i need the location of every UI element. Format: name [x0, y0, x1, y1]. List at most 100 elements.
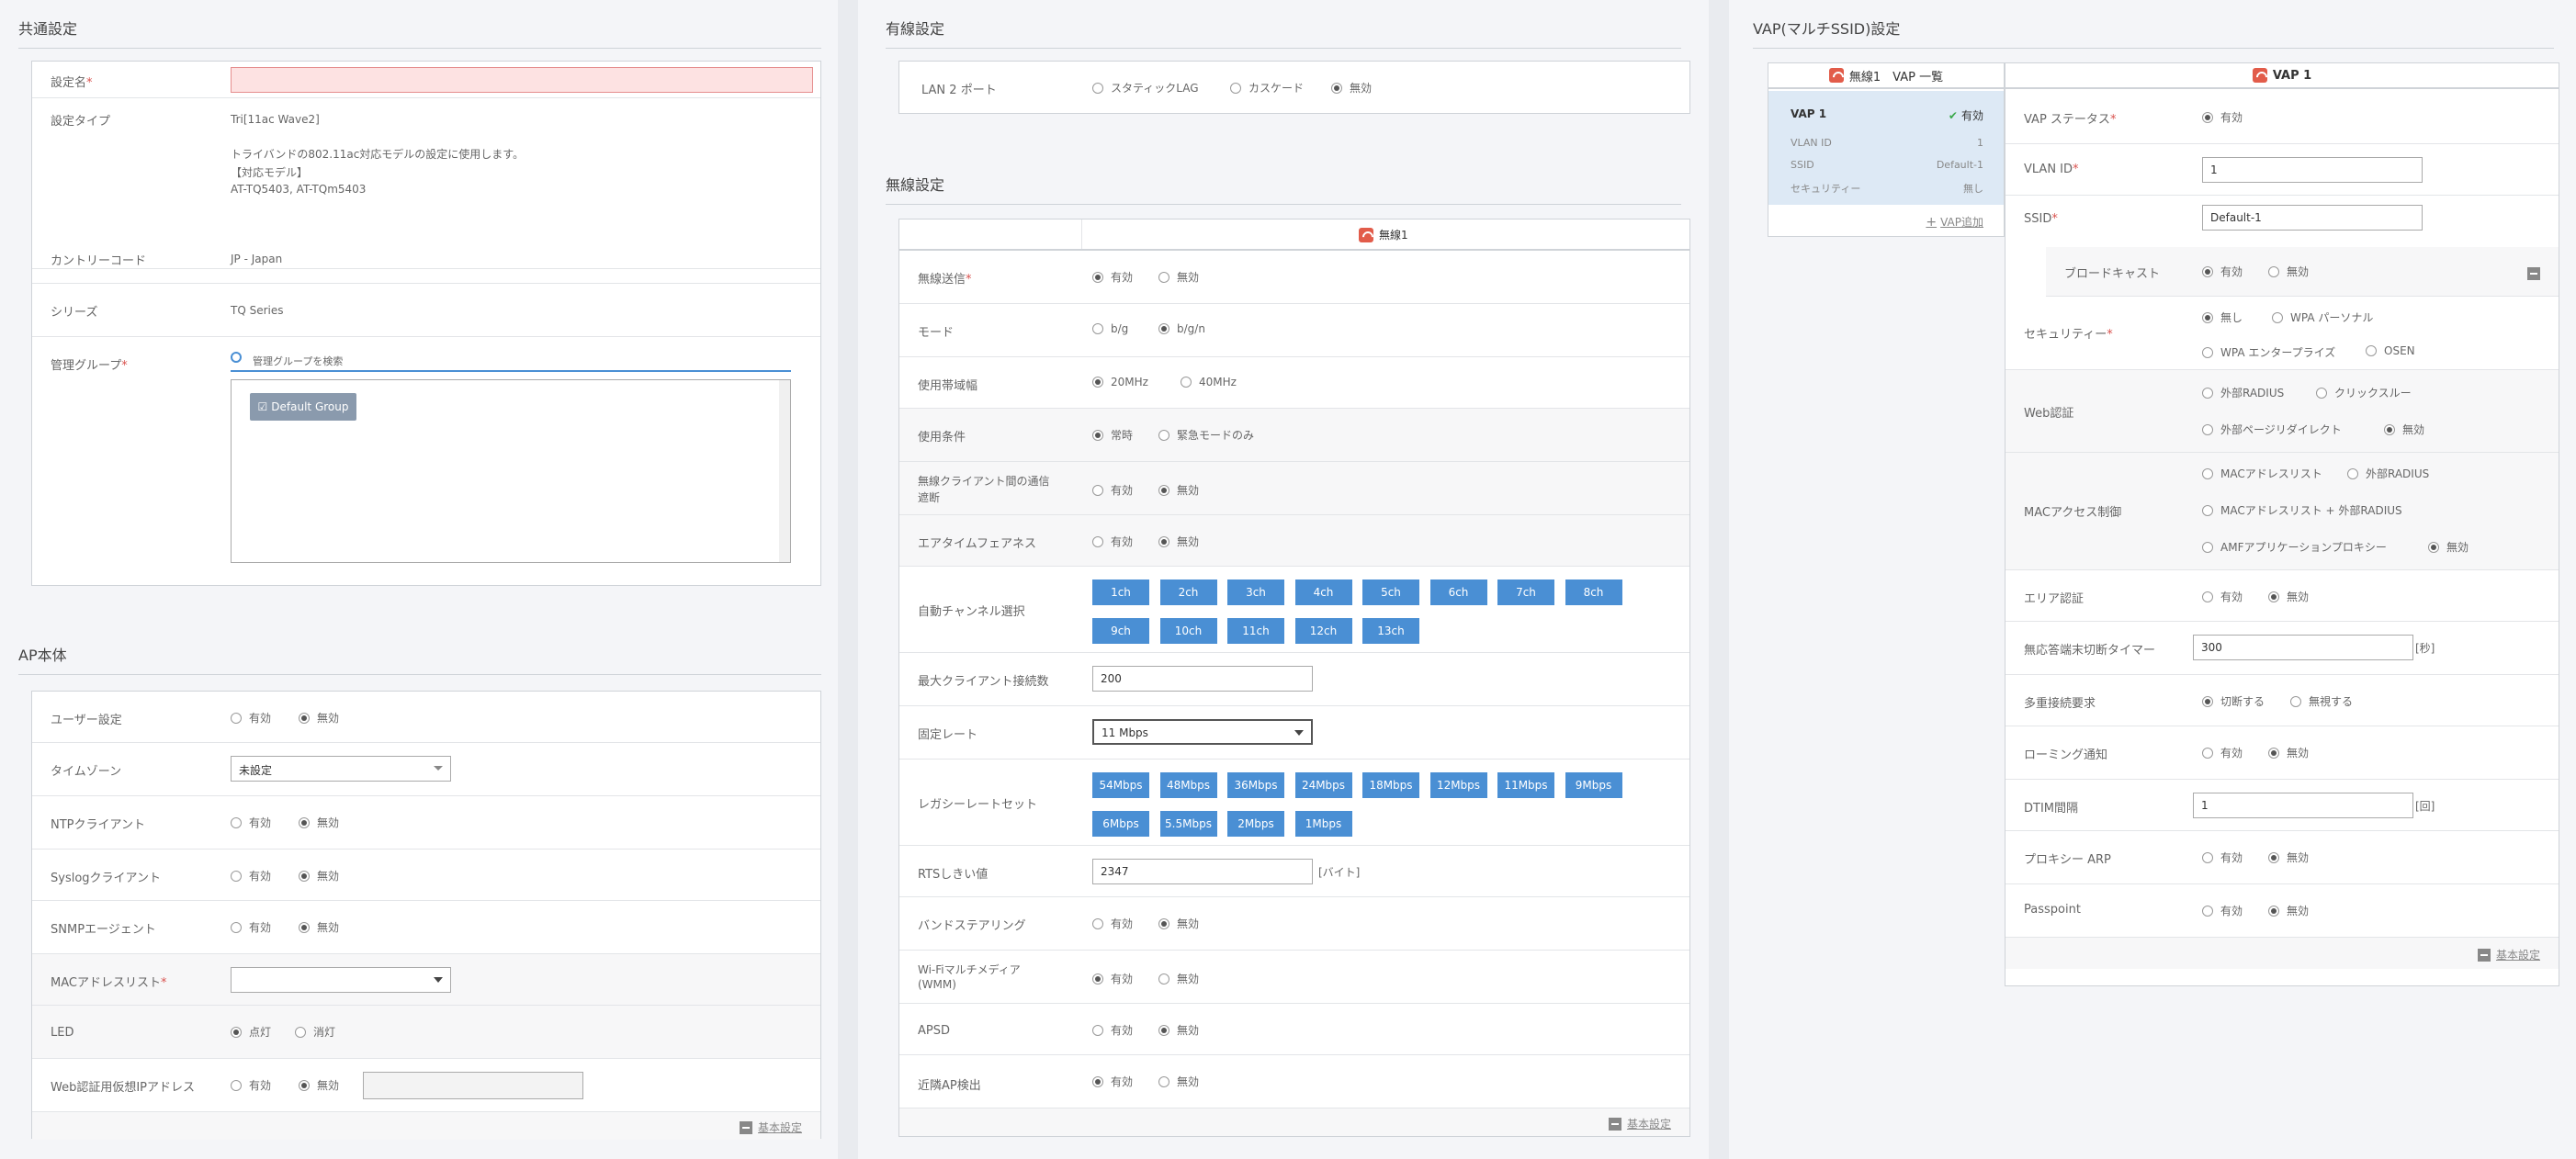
web-radius-radio[interactable]: 外部RADIUS: [2202, 385, 2284, 400]
sec-wpa-enterprise-radio[interactable]: WPA エンタープライズ: [2202, 344, 2335, 360]
rate-button[interactable]: 36Mbps: [1227, 772, 1284, 798]
vlan-id-input[interactable]: [2202, 157, 2423, 183]
channel-button[interactable]: 8ch: [1565, 580, 1622, 605]
mac-amf-radio[interactable]: AMFアプリケーションプロキシー: [2202, 539, 2387, 555]
web-clickthrough-radio[interactable]: クリックスルー: [2316, 385, 2412, 400]
band-disable-radio[interactable]: 無効: [1158, 916, 1199, 931]
rate-button[interactable]: 9Mbps: [1565, 772, 1622, 798]
multi-cut-radio[interactable]: 切断する: [2202, 693, 2265, 709]
sec-osen-radio[interactable]: OSEN: [2366, 344, 2415, 357]
rate-button[interactable]: 48Mbps: [1159, 772, 1217, 798]
ntp-disable-radio[interactable]: 無効: [299, 815, 339, 830]
channel-button[interactable]: 13ch: [1362, 618, 1419, 644]
led-off-radio[interactable]: 消灯: [295, 1024, 335, 1040]
mac-list-radio[interactable]: MACアドレスリスト: [2202, 466, 2322, 481]
basic-settings-link[interactable]: 基本設定: [1608, 1116, 1671, 1131]
channel-button[interactable]: 11ch: [1227, 618, 1284, 644]
channel-button[interactable]: 2ch: [1159, 580, 1217, 605]
setting-name-input[interactable]: [231, 67, 813, 93]
rate-button[interactable]: 12Mbps: [1429, 772, 1487, 798]
band-enable-radio[interactable]: 有効: [1092, 916, 1133, 931]
proxy-disable-radio[interactable]: 無効: [2268, 850, 2309, 865]
web-disable-radio[interactable]: 無効: [2384, 422, 2424, 437]
sec-wpa-personal-radio[interactable]: WPA パーソナル: [2272, 309, 2373, 325]
wmm-enable-radio[interactable]: 有効: [1092, 971, 1133, 986]
max-clients-input[interactable]: [1092, 666, 1313, 692]
group-tag[interactable]: ☑ Default Group: [250, 393, 356, 421]
collapse-icon[interactable]: [2527, 267, 2540, 280]
static-lag-radio[interactable]: スタティックLAG: [1092, 80, 1199, 96]
multi-ignore-radio[interactable]: 無視する: [2290, 693, 2353, 709]
mode-bg-radio[interactable]: b/g: [1092, 322, 1128, 335]
tx-disable-radio[interactable]: 無効: [1158, 269, 1199, 285]
bw-40-radio[interactable]: 40MHz: [1181, 376, 1237, 388]
rate-button[interactable]: 11Mbps: [1497, 772, 1554, 798]
channel-button[interactable]: 6ch: [1429, 580, 1487, 605]
channel-button[interactable]: 10ch: [1159, 618, 1217, 644]
rate-button[interactable]: 5.5Mbps: [1159, 811, 1217, 837]
pp-enable-radio[interactable]: 有効: [2202, 903, 2243, 918]
airtime-disable-radio[interactable]: 無効: [1158, 534, 1199, 549]
rate-button[interactable]: 24Mbps: [1294, 772, 1352, 798]
syslog-enable-radio[interactable]: 有効: [231, 868, 271, 883]
idle-timer-input[interactable]: [2193, 635, 2413, 660]
cascade-radio[interactable]: カスケード: [1230, 80, 1304, 96]
syslog-disable-radio[interactable]: 無効: [299, 868, 339, 883]
basic-settings-link[interactable]: 基本設定: [2477, 947, 2540, 962]
mac-list-select[interactable]: [231, 967, 451, 993]
channel-button[interactable]: 5ch: [1362, 580, 1419, 605]
channel-button[interactable]: 4ch: [1294, 580, 1352, 605]
channel-button[interactable]: 1ch: [1092, 580, 1149, 605]
rate-button[interactable]: 54Mbps: [1092, 772, 1149, 798]
ssid-input[interactable]: [2202, 205, 2423, 231]
sec-none-radio[interactable]: 無し: [2202, 309, 2243, 325]
webauth-enable-radio[interactable]: 有効: [231, 1077, 271, 1093]
channel-button[interactable]: 3ch: [1227, 580, 1284, 605]
rate-button[interactable]: 18Mbps: [1362, 772, 1419, 798]
iso-disable-radio[interactable]: 無効: [1158, 482, 1199, 498]
lan2-disable-radio[interactable]: 無効: [1331, 80, 1372, 96]
rate-button[interactable]: 1Mbps: [1294, 811, 1352, 837]
scrollbar[interactable]: [779, 380, 790, 562]
dtim-input[interactable]: [2193, 793, 2413, 818]
proxy-enable-radio[interactable]: 有効: [2202, 850, 2243, 865]
roam-enable-radio[interactable]: 有効: [2202, 745, 2243, 760]
group-search-box[interactable]: 管理グループを検索: [231, 350, 791, 372]
fixed-rate-select[interactable]: 11 Mbps: [1092, 719, 1313, 745]
broadcast-disable-radio[interactable]: 無効: [2268, 264, 2309, 279]
timezone-select[interactable]: 未設定: [231, 756, 451, 782]
apsd-disable-radio[interactable]: 無効: [1158, 1022, 1199, 1038]
pp-disable-radio[interactable]: 無効: [2268, 903, 2309, 918]
mode-bgn-radio[interactable]: b/g/n: [1158, 322, 1205, 335]
web-redirect-radio[interactable]: 外部ページリダイレクト: [2202, 422, 2342, 437]
cond-always-radio[interactable]: 常時: [1092, 427, 1133, 443]
wmm-disable-radio[interactable]: 無効: [1158, 971, 1199, 986]
area-disable-radio[interactable]: 無効: [2268, 589, 2309, 604]
iso-enable-radio[interactable]: 有効: [1092, 482, 1133, 498]
ntp-enable-radio[interactable]: 有効: [231, 815, 271, 830]
roam-disable-radio[interactable]: 無効: [2268, 745, 2309, 760]
rts-input[interactable]: [1092, 859, 1313, 884]
apsd-enable-radio[interactable]: 有効: [1092, 1022, 1133, 1038]
vap-status-enable-radio[interactable]: 有効: [2202, 109, 2243, 125]
webauth-disable-radio[interactable]: 無効: [299, 1077, 339, 1093]
tx-enable-radio[interactable]: 有効: [1092, 269, 1133, 285]
webauth-ip-input[interactable]: [363, 1072, 583, 1099]
channel-button[interactable]: 7ch: [1497, 580, 1554, 605]
bw-20-radio[interactable]: 20MHz: [1092, 376, 1148, 388]
nbr-enable-radio[interactable]: 有効: [1092, 1074, 1133, 1089]
mac-list-radius-radio[interactable]: MACアドレスリスト + 外部RADIUS: [2202, 502, 2402, 518]
vap-list-item[interactable]: VAP 1 ✔ 有効 VLAN ID 1 SSID Default-1 セキュリテ…: [1768, 91, 2004, 205]
mac-radius-radio[interactable]: 外部RADIUS: [2347, 466, 2429, 481]
nbr-disable-radio[interactable]: 無効: [1158, 1074, 1199, 1089]
area-enable-radio[interactable]: 有効: [2202, 589, 2243, 604]
basic-settings-link[interactable]: 基本設定: [739, 1120, 802, 1135]
user-enable-radio[interactable]: 有効: [231, 710, 271, 726]
snmp-disable-radio[interactable]: 無効: [299, 919, 339, 935]
channel-button[interactable]: 9ch: [1092, 618, 1149, 644]
broadcast-enable-radio[interactable]: 有効: [2202, 264, 2243, 279]
led-on-radio[interactable]: 点灯: [231, 1024, 271, 1040]
rate-button[interactable]: 2Mbps: [1227, 811, 1284, 837]
user-disable-radio[interactable]: 無効: [299, 710, 339, 726]
channel-button[interactable]: 12ch: [1294, 618, 1352, 644]
